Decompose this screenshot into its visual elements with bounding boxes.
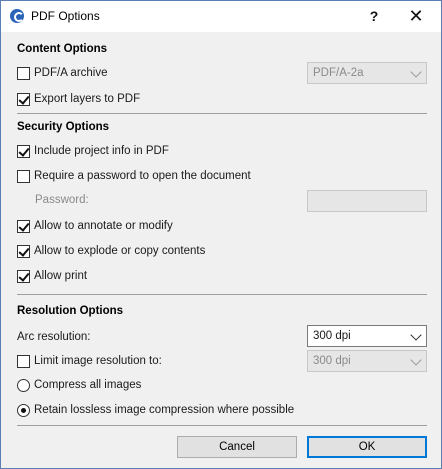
retain-lossless-radio[interactable] <box>17 403 30 417</box>
allow-annotate-checkbox[interactable] <box>17 219 30 233</box>
section-divider <box>17 294 427 295</box>
limit-resolution-value: 300 dpi <box>313 355 351 367</box>
include-project-info-label: Include project info in PDF <box>34 145 169 157</box>
pdfa-archive-option[interactable]: PDF/A archive <box>17 65 108 81</box>
allow-explode-option[interactable]: Allow to explode or copy contents <box>17 243 205 259</box>
arc-resolution-select[interactable]: 300 dpi <box>307 325 427 347</box>
content-options-title: Content Options <box>17 43 108 55</box>
pdfa-standard-select[interactable]: PDF/A-2a <box>307 62 427 84</box>
allow-print-label: Allow print <box>34 270 88 282</box>
export-layers-checkbox[interactable] <box>17 92 30 106</box>
pdfa-archive-label: PDF/A archive <box>34 67 108 79</box>
include-project-info-checkbox[interactable] <box>17 144 30 158</box>
allow-print-checkbox[interactable] <box>17 269 30 283</box>
retain-lossless-label: Retain lossless image compression where … <box>34 404 295 416</box>
resolution-options-title: Resolution Options <box>17 305 124 317</box>
allow-explode-label: Allow to explode or copy contents <box>34 245 206 257</box>
allow-explode-checkbox[interactable] <box>17 244 30 258</box>
password-label: Password: <box>35 194 89 206</box>
security-options-title: Security Options <box>17 121 110 133</box>
chevron-down-icon <box>410 66 422 78</box>
limit-resolution-select[interactable]: 300 dpi <box>307 350 427 372</box>
allow-annotate-option[interactable]: Allow to annotate or modify <box>17 218 173 234</box>
ok-button[interactable]: OK <box>307 436 427 458</box>
require-password-checkbox[interactable] <box>17 169 30 183</box>
chevron-down-icon <box>410 329 422 341</box>
export-layers-label: Export layers to PDF <box>34 93 141 105</box>
password-input[interactable] <box>307 190 427 212</box>
compress-images-radio[interactable] <box>17 378 30 392</box>
limit-resolution-label: Limit image resolution to: <box>34 355 162 367</box>
export-layers-option[interactable]: Export layers to PDF <box>17 91 140 107</box>
require-password-label: Require a password to open the document <box>34 170 251 182</box>
window-title: PDF Options <box>31 9 100 23</box>
chevron-down-icon <box>410 354 422 366</box>
title-bar: PDF Options ? ✕ <box>1 1 441 32</box>
arc-resolution-label: Arc resolution: <box>17 331 91 343</box>
compress-images-option[interactable]: Compress all images <box>17 377 141 393</box>
require-password-option[interactable]: Require a password to open the document <box>17 168 251 184</box>
section-divider <box>17 425 427 426</box>
pdfa-standard-value: PDF/A-2a <box>313 67 364 79</box>
allow-print-option[interactable]: Allow print <box>17 268 87 284</box>
app-icon <box>10 9 24 23</box>
cancel-button[interactable]: Cancel <box>177 436 297 458</box>
help-button[interactable]: ? <box>356 4 392 28</box>
close-icon[interactable]: ✕ <box>395 4 437 28</box>
limit-resolution-option[interactable]: Limit image resolution to: <box>17 353 162 369</box>
allow-annotate-label: Allow to annotate or modify <box>34 220 173 232</box>
include-project-info-option[interactable]: Include project info in PDF <box>17 143 169 159</box>
limit-resolution-checkbox[interactable] <box>17 354 30 368</box>
retain-lossless-option[interactable]: Retain lossless image compression where … <box>17 402 294 418</box>
section-divider <box>17 113 427 114</box>
compress-images-label: Compress all images <box>34 379 142 391</box>
arc-resolution-value: 300 dpi <box>313 330 351 342</box>
pdfa-archive-checkbox[interactable] <box>17 66 30 80</box>
pdf-options-dialog: PDF Options ? ✕ Content Options PDF/A ar… <box>0 0 442 469</box>
